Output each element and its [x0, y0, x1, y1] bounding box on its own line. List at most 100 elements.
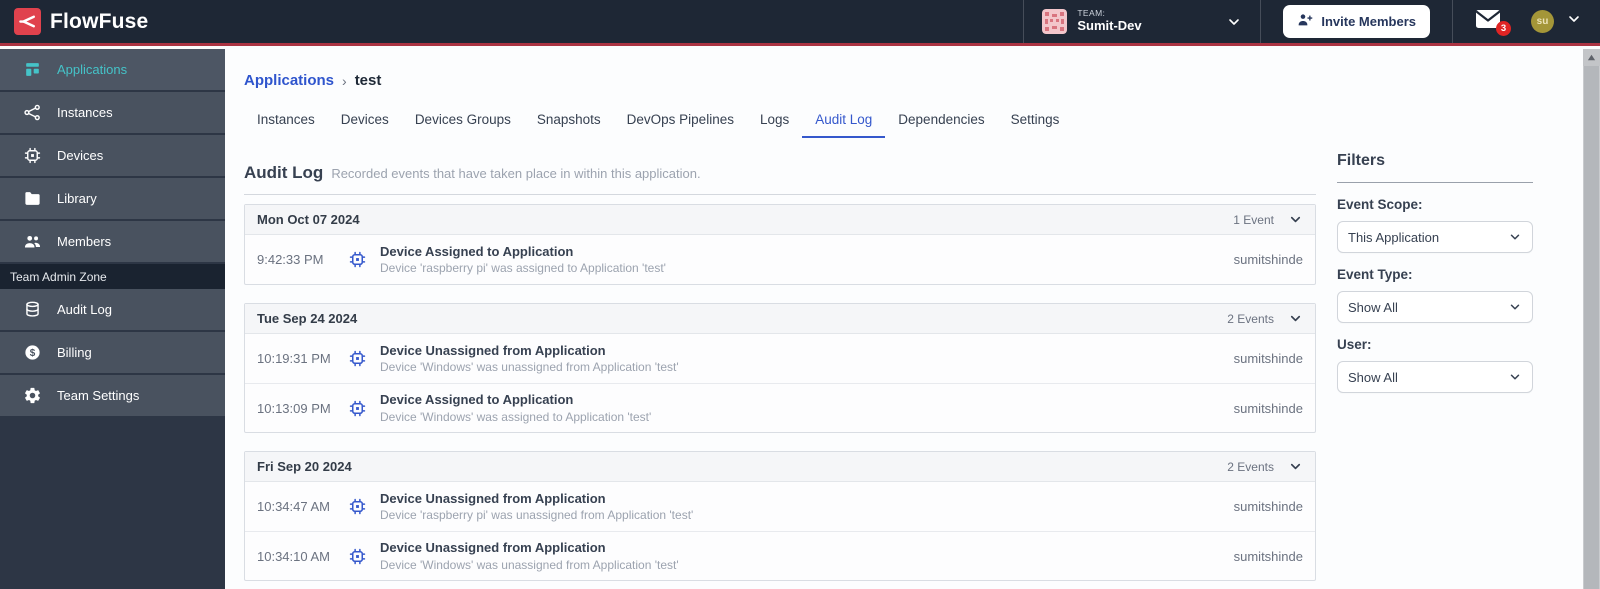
audit-group-header[interactable]: Tue Sep 24 2024 2 Events	[245, 304, 1315, 334]
breadcrumb-current: test	[354, 72, 382, 89]
billing-icon: $	[23, 343, 42, 362]
tab-audit-log[interactable]: Audit Log	[802, 106, 886, 138]
sidebar-item-instances[interactable]: Instances	[0, 92, 225, 135]
audit-log-icon	[23, 300, 42, 319]
invite-members-button[interactable]: Invite Members	[1283, 5, 1430, 38]
audit-event-row[interactable]: 9:42:33 PM Device Assigned to Applicatio…	[245, 235, 1315, 284]
notification-badge: 3	[1496, 21, 1511, 36]
sidebar-item-label: Devices	[57, 148, 104, 163]
sidebar-item-billing[interactable]: $ Billing	[0, 332, 225, 375]
flowfuse-brand[interactable]: FlowFuse	[0, 8, 148, 35]
sidebar-item-members[interactable]: Members	[0, 221, 225, 264]
chevron-down-icon[interactable]	[1288, 311, 1303, 326]
sidebar-item-label: Team Settings	[57, 388, 140, 403]
audit-group-header[interactable]: Fri Sep 20 2024 2 Events	[245, 452, 1315, 482]
filters-title: Filters	[1337, 152, 1386, 169]
scrollbar-thumb[interactable]	[1584, 66, 1599, 589]
event-description: Device 'Windows' was unassigned from App…	[380, 557, 679, 572]
audit-group-event-count: 2 Events	[1227, 311, 1274, 326]
devices-icon	[23, 146, 42, 165]
vertical-scrollbar[interactable]	[1583, 49, 1600, 589]
filter-select-user[interactable]: Show All	[1337, 361, 1533, 393]
audit-log-group: Tue Sep 24 2024 2 Events 10:19:31 PM Dev…	[244, 303, 1316, 433]
page-title: Audit Log	[244, 163, 324, 182]
filter-select-event-type[interactable]: Show All	[1337, 291, 1533, 323]
audit-log-list: Mon Oct 07 2024 1 Event 9:42:33 PM Devic…	[225, 195, 1316, 581]
sidebar-item-applications[interactable]: Applications	[0, 49, 225, 92]
page-subtitle: Recorded events that have taken place in…	[331, 166, 701, 181]
event-description: Device 'raspberry pi' was unassigned fro…	[380, 508, 694, 523]
audit-event-row[interactable]: 10:13:09 PM Device Assigned to Applicati…	[245, 383, 1315, 432]
sidebar-item-audit-log[interactable]: Audit Log	[0, 289, 225, 332]
filter-field: Event Type: Show All	[1337, 267, 1533, 323]
audit-event-row[interactable]: 10:34:10 AM Device Unassigned from Appli…	[245, 531, 1315, 580]
sidebar-item-label: Instances	[57, 105, 113, 120]
chevron-down-icon[interactable]	[1171, 14, 1242, 30]
tab-settings[interactable]: Settings	[998, 106, 1073, 138]
audit-event-row[interactable]: 10:19:31 PM Device Unassigned from Appli…	[245, 334, 1315, 383]
audit-event-row[interactable]: 10:34:47 AM Device Unassigned from Appli…	[245, 482, 1315, 531]
tab-logs[interactable]: Logs	[747, 106, 802, 138]
device-chip-icon	[347, 398, 367, 418]
chevron-down-icon[interactable]	[1566, 11, 1582, 32]
sidebar-item-library[interactable]: Library	[0, 178, 225, 221]
device-chip-icon	[347, 497, 367, 517]
device-chip-icon	[347, 250, 367, 270]
event-time: 10:34:47 AM	[257, 499, 330, 514]
event-title: Device Unassigned from Application	[380, 540, 606, 556]
tab-devops-pipelines[interactable]: DevOps Pipelines	[614, 106, 747, 138]
filter-field: Event Scope: This Application	[1337, 197, 1533, 253]
audit-group-date: Mon Oct 07 2024	[257, 212, 360, 227]
team-name: Sumit-Dev	[1077, 17, 1142, 33]
chevron-down-icon[interactable]	[1288, 459, 1303, 474]
sidebar-admin-list: Audit Log $ Billing Team Settings	[0, 289, 225, 418]
sidebar-item-team-settings[interactable]: Team Settings	[0, 375, 225, 418]
chevron-down-icon	[1508, 300, 1522, 314]
event-description: Device 'Windows' was unassigned from App…	[380, 360, 679, 375]
event-time: 10:13:09 PM	[257, 400, 331, 416]
tab-instances[interactable]: Instances	[244, 106, 328, 138]
team-avatar-icon	[1042, 9, 1068, 34]
tab-devices[interactable]: Devices	[328, 106, 402, 138]
device-chip-icon	[347, 546, 367, 566]
scrollbar-up-arrow[interactable]	[1583, 49, 1600, 66]
audit-group-date: Tue Sep 24 2024	[257, 311, 358, 326]
filter-label: User:	[1337, 337, 1372, 352]
breadcrumb-applications-link[interactable]: Applications	[244, 72, 334, 89]
event-user: sumitshinde	[1233, 400, 1303, 416]
event-description: Device 'Windows' was assigned to Applica…	[380, 409, 652, 424]
audit-log-group: Fri Sep 20 2024 2 Events 10:34:47 AM Dev…	[244, 451, 1316, 581]
filters-divider	[1337, 182, 1533, 183]
library-icon	[23, 189, 42, 208]
team-admin-zone-label: Team Admin Zone	[0, 264, 225, 289]
audit-log-group: Mon Oct 07 2024 1 Event 9:42:33 PM Devic…	[244, 204, 1316, 285]
event-user: sumitshinde	[1233, 499, 1303, 514]
team-selector[interactable]: TEAM: Sumit-Dev	[1024, 0, 1260, 43]
filter-select-event-scope[interactable]: This Application	[1337, 221, 1533, 253]
flowfuse-logo-icon	[14, 8, 41, 35]
event-title: Device Assigned to Application	[380, 243, 574, 259]
tab-devices-groups[interactable]: Devices Groups	[402, 106, 524, 138]
chevron-down-icon[interactable]	[1288, 212, 1303, 227]
event-time: 10:34:10 AM	[257, 548, 330, 564]
event-time: 10:19:31 PM	[257, 351, 331, 366]
tab-snapshots[interactable]: Snapshots	[524, 106, 614, 138]
application-tabs: Instances Devices Devices Groups Snapshots D…	[225, 89, 1583, 138]
sidebar-item-devices[interactable]: Devices	[0, 135, 225, 178]
event-time: 9:42:33 PM	[257, 252, 324, 267]
filter-selected-value: Show All	[1348, 299, 1398, 315]
audit-group-header[interactable]: Mon Oct 07 2024 1 Event	[245, 205, 1315, 235]
tab-dependencies[interactable]: Dependencies	[885, 106, 997, 138]
user-avatar[interactable]: su	[1531, 10, 1554, 33]
audit-group-date: Fri Sep 20 2024	[257, 459, 352, 474]
sidebar-item-label: Applications	[57, 62, 128, 77]
filter-selected-value: This Application	[1348, 229, 1440, 245]
members-icon	[23, 232, 42, 251]
user-menu[interactable]: su	[1523, 0, 1600, 43]
main-content: Applications › test Instances Devices Devi…	[225, 49, 1583, 589]
filters-panel: Filters Event Scope: This Application Ev…	[1337, 152, 1533, 393]
breadcrumb: Applications › test	[225, 49, 1583, 89]
filter-field: User: Show All	[1337, 337, 1533, 393]
notifications-button[interactable]: 3	[1453, 0, 1523, 43]
svg-text:$: $	[30, 348, 36, 359]
